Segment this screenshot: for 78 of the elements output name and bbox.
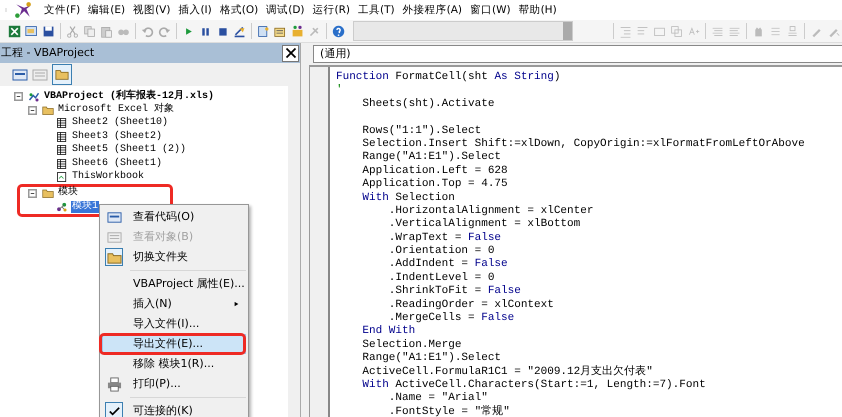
tree-item[interactable]: ThisWorkbook [71, 171, 146, 184]
tree-item[interactable]: Sheet6 (Sheet1) [71, 158, 164, 170]
code-line: End With [361, 325, 416, 339]
menu-item[interactable]: 插入(I) [174, 0, 216, 20]
sheet-icon [55, 117, 69, 130]
collapse-icon[interactable] [14, 92, 23, 102]
code-line: ' [336, 84, 344, 98]
code-line: .Name = "Arial" [388, 392, 489, 405]
tree-item[interactable]: VBAProject (利车报表-12月.xls) [43, 90, 216, 103]
code-line: With Selection [361, 192, 456, 205]
menu-item[interactable]: 可连接的(K) [102, 401, 246, 417]
code-line: .MergeCells = False [388, 312, 516, 325]
tree-item[interactable]: Sheet5 (Sheet1 (2)) [71, 144, 188, 156]
menu-item[interactable]: 运行(R) [308, 0, 354, 20]
menu-item[interactable]: 导入文件(I)... [102, 314, 246, 334]
project-icon [27, 90, 41, 103]
menu-item[interactable]: 格式(O) [216, 0, 262, 20]
view-code-icon[interactable] [12, 66, 28, 82]
tree-item[interactable]: Microsoft Excel 对象 [57, 104, 176, 116]
code-line: Range("A1:E1").Select [361, 151, 502, 165]
code-line: Function FormatCell(sht As String) [336, 71, 562, 84]
tree-item[interactable]: Sheet3 (Sheet2) [71, 130, 164, 143]
code-line: Sheets(sht).Activate [361, 98, 496, 112]
printer-icon [106, 376, 122, 392]
object-dropdown[interactable]: (通用) [313, 45, 842, 63]
panel-title: 工程 - VBAProject [1, 44, 94, 61]
menu-item[interactable]: 查看代码(O) [102, 207, 246, 227]
view-object-icon [106, 230, 122, 244]
code-line: .WrapText = False [388, 232, 502, 245]
close-icon [284, 47, 296, 59]
menu-item[interactable]: 调试(D) [262, 0, 308, 20]
code-line: .VerticalAlignment = xlBottom [388, 218, 582, 232]
sheet-icon [55, 130, 69, 143]
sheet-icon [55, 158, 69, 170]
menu-item[interactable]: 窗口(W) [466, 0, 515, 20]
code-line: Selection.Merge [361, 338, 462, 352]
tree-item[interactable]: Sheet2 (Sheet10) [71, 117, 170, 130]
close-button[interactable] [282, 44, 299, 62]
tree-item[interactable]: 模块 [57, 187, 79, 200]
code-line: Application.Left = 628 [361, 164, 509, 178]
view-code-icon [106, 210, 122, 224]
menu-item[interactable]: 视图(V) [129, 0, 174, 20]
menu-item[interactable]: 文件(F) [40, 0, 84, 20]
code-line: Range("A1:E1").Select [361, 352, 502, 366]
toggle-folders-button[interactable] [52, 64, 72, 85]
collapse-icon[interactable] [28, 106, 37, 115]
vba-logo-icon[interactable] [14, 1, 32, 19]
menu-item[interactable]: 移除 模块1(R)... [102, 354, 246, 374]
menu-item[interactable]: 导出文件(E)... [102, 334, 246, 354]
folder-icon [54, 67, 70, 82]
code-line: With ActiveCell.Characters(Start:=1, Length:=7).Font [361, 378, 707, 392]
menu-item[interactable]: 帮助(H) [514, 0, 561, 20]
code-line: Rows("1:1").Select [361, 124, 482, 138]
menu-item[interactable]: 插入(N) [102, 294, 246, 314]
code-line: Application.Top = 4.75 [361, 178, 509, 192]
menu-item[interactable]: 编辑(E) [84, 0, 130, 20]
menu-item[interactable]: 工具(T) [354, 0, 399, 20]
module-icon [55, 200, 69, 213]
folder-icon [41, 104, 55, 116]
code-line: .IndentLevel = 0 [388, 272, 496, 285]
code-line: .FontStyle = "常规" [388, 406, 511, 417]
menu-item[interactable]: 外接程序(A) [398, 0, 466, 20]
code-line: .AddIndent = False [388, 258, 509, 272]
toolbar-combo-field[interactable] [353, 21, 573, 41]
folder-icon [41, 187, 55, 200]
code-line: .Orientation = 0 [388, 245, 496, 258]
code-line: .ShrinkToFit = False [388, 285, 522, 299]
code-line: Selection.Insert Shift:=xlDown, CopyOrigin:=xlFormatFromLeftOrAbove [361, 138, 805, 151]
code-line: .ReadingOrder = xlContext [388, 298, 555, 312]
menu-item[interactable]: 切换文件夹 [102, 247, 246, 267]
code-line: ActiveCell.FormulaR1C1 = "2009.12月支出欠付表" [361, 366, 654, 379]
code-line: .HorizontalAlignment = xlCenter [388, 204, 594, 218]
menu-item[interactable]: VBAProject 属性(E)... [102, 274, 246, 294]
workbook-icon [55, 171, 69, 184]
menu-item[interactable]: 打印(P)... [102, 374, 246, 394]
scrollbar[interactable] [288, 86, 300, 417]
collapse-icon[interactable] [28, 188, 37, 198]
sheet-icon [55, 144, 69, 156]
